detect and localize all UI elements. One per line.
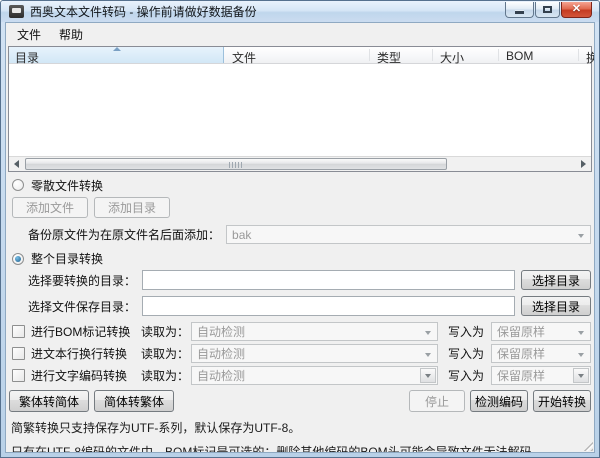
read-as-label: 读取为：	[141, 323, 191, 340]
scroll-right-button[interactable]	[576, 157, 591, 171]
bom-read-combobox[interactable]: 自动检测	[191, 322, 438, 341]
scroll-left-button[interactable]	[9, 157, 24, 171]
checkbox-encoding-conversion[interactable]	[12, 369, 25, 382]
chevron-down-icon	[425, 353, 431, 357]
app-window: 西奥文本文件转码 - 操作前请做好数据备份 ✕ 文件 帮助 目录	[0, 0, 600, 458]
bom-read-value: 自动检测	[197, 323, 245, 340]
chevron-down-icon	[578, 331, 584, 335]
note-bom-warning: 只有在UTF-8编码的文件中，BOM标记是可选的；删除其他编码的BOM头可能会导…	[9, 443, 591, 453]
file-list-header: 目录 文件 类型 大小 BOM 换	[9, 47, 591, 64]
chevron-down-icon	[425, 331, 431, 335]
arrow-right-icon	[581, 160, 586, 168]
radio-whole-directory[interactable]	[12, 253, 24, 265]
caption-buttons: ✕	[505, 2, 592, 18]
write-as-label: 写入为	[448, 345, 484, 362]
bom-write-value: 保留原样	[497, 323, 545, 340]
close-button[interactable]: ✕	[561, 2, 592, 18]
chevron-down-icon	[578, 234, 584, 238]
target-directory-label: 选择文件保存目录：	[28, 298, 136, 315]
encoding-conversion-label: 进行文字编码转换	[31, 367, 141, 384]
dropdown-button[interactable]	[573, 368, 589, 383]
horizontal-scrollbar[interactable]	[9, 156, 591, 171]
start-convert-button[interactable]: 开始转换	[533, 390, 591, 412]
backup-suffix-label: 备份原文件为在原文件名后面添加：	[28, 226, 220, 243]
linebreak-read-combobox[interactable]: 自动检测	[191, 344, 438, 363]
menu-file[interactable]: 文件	[8, 23, 50, 46]
column-separator	[369, 49, 370, 61]
scrollbar-thumb[interactable]	[25, 158, 447, 170]
app-icon	[9, 5, 24, 18]
dropdown-button[interactable]	[420, 368, 436, 383]
client-area: 文件 帮助 目录 文件 类型 大小 BOM 换	[5, 22, 595, 453]
radio-scattered-files-label: 零散文件转换	[31, 177, 103, 194]
encoding-write-value: 保留原样	[497, 367, 545, 384]
traditional-to-simplified-button[interactable]: 繁体转简体	[9, 390, 89, 412]
bom-conversion-label: 进行BOM标记转换	[31, 323, 141, 340]
source-directory-label: 选择要转换的目录：	[28, 272, 136, 289]
arrow-left-icon	[14, 160, 19, 168]
radio-scattered-files[interactable]	[12, 179, 24, 191]
detect-encoding-button[interactable]: 检测编码	[470, 390, 528, 412]
chevron-down-icon	[578, 374, 584, 378]
stop-button[interactable]: 停止	[409, 390, 465, 412]
add-directory-button[interactable]: 添加目录	[94, 197, 170, 218]
radio-whole-directory-label: 整个目录转换	[31, 250, 103, 267]
choose-source-directory-button[interactable]: 选择目录	[521, 270, 591, 290]
minimize-icon	[515, 11, 524, 14]
backup-suffix-value: bak	[232, 228, 251, 242]
write-as-label: 写入为	[448, 367, 484, 384]
minimize-button[interactable]	[505, 2, 534, 18]
sort-asc-icon	[113, 47, 121, 51]
column-separator	[432, 49, 433, 61]
file-list-body[interactable]	[9, 64, 591, 156]
backup-suffix-combobox[interactable]: bak	[226, 225, 591, 244]
maximize-button[interactable]	[535, 2, 560, 18]
window-title: 西奥文本文件转码 - 操作前请做好数据备份	[30, 3, 257, 20]
note-utf-series: 简繁转换只支持保存为UTF-系列，默认保存为UTF-8。	[9, 419, 591, 436]
linebreak-write-value: 保留原样	[497, 345, 545, 362]
source-directory-input[interactable]	[142, 270, 515, 290]
column-label-type[interactable]: 类型	[377, 49, 401, 66]
file-list: 目录 文件 类型 大小 BOM 换	[8, 46, 592, 172]
checkbox-linebreak-conversion[interactable]	[12, 347, 25, 360]
column-label-directory[interactable]: 目录	[15, 49, 39, 66]
column-label-size[interactable]: 大小	[440, 49, 464, 66]
read-as-label: 读取为：	[141, 345, 191, 362]
add-file-button[interactable]: 添加文件	[12, 197, 88, 218]
column-separator	[578, 49, 579, 61]
chevron-down-icon	[578, 353, 584, 357]
close-icon: ✕	[572, 4, 581, 15]
write-as-label: 写入为	[448, 323, 484, 340]
maximize-icon	[543, 6, 552, 13]
titlebar[interactable]: 西奥文本文件转码 - 操作前请做好数据备份 ✕	[1, 1, 599, 22]
linebreak-write-combobox[interactable]: 保留原样	[491, 344, 591, 363]
choose-target-directory-button[interactable]: 选择目录	[521, 296, 591, 316]
simplified-to-traditional-button[interactable]: 简体转繁体	[94, 390, 174, 412]
linebreak-read-value: 自动检测	[197, 345, 245, 362]
encoding-write-combobox[interactable]: 保留原样	[491, 366, 591, 385]
column-label-linebreak[interactable]: 换	[586, 49, 595, 66]
column-separator	[498, 49, 499, 61]
column-label-bom[interactable]: BOM	[506, 49, 533, 63]
linebreak-conversion-label: 进文本行换行转换	[31, 345, 141, 362]
target-directory-input[interactable]	[142, 296, 515, 316]
checkbox-bom-conversion[interactable]	[12, 325, 25, 338]
encoding-read-value: 自动检测	[197, 367, 245, 384]
encoding-read-combobox[interactable]: 自动检测	[191, 366, 438, 385]
read-as-label: 读取为：	[141, 367, 191, 384]
chevron-down-icon	[425, 374, 431, 378]
column-label-file[interactable]: 文件	[232, 49, 256, 66]
menu-help[interactable]: 帮助	[50, 23, 92, 46]
bom-write-combobox[interactable]: 保留原样	[491, 322, 591, 341]
menubar: 文件 帮助	[6, 23, 594, 46]
